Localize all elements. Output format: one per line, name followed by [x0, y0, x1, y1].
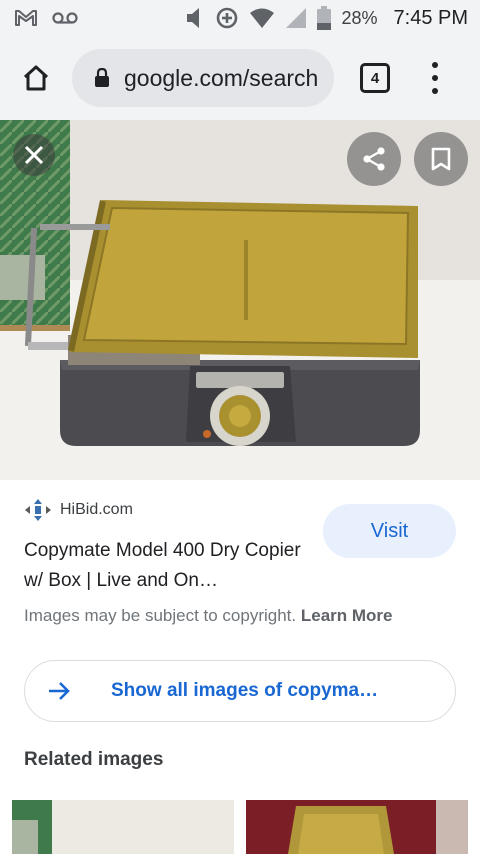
voicemail-icon: [52, 11, 78, 25]
gmail-icon: [14, 9, 38, 27]
source-row[interactable]: HiBid.com: [24, 498, 133, 522]
clock: 7:45 PM: [393, 6, 468, 29]
show-all-images-button[interactable]: Show all images of copyma…: [24, 660, 456, 722]
visit-button[interactable]: Visit: [323, 504, 456, 558]
image-viewer[interactable]: [0, 120, 480, 480]
source-name: HiBid.com: [60, 501, 133, 518]
save-button[interactable]: [414, 132, 468, 186]
wifi-icon: [249, 7, 275, 29]
battery-icon: [317, 6, 332, 30]
share-button[interactable]: [347, 132, 401, 186]
browser-toolbar: google.com/search 4: [0, 36, 480, 120]
result-title[interactable]: Copymate Model 400 Dry Copier w/ Box | L…: [24, 536, 324, 596]
home-icon: [23, 65, 49, 91]
show-all-label: Show all images of copyma…: [111, 680, 379, 701]
data-saver-icon: [215, 6, 239, 30]
learn-more-link[interactable]: Learn More: [301, 606, 393, 625]
tab-switcher-button[interactable]: 4: [360, 63, 390, 93]
related-image-1: [12, 800, 234, 854]
home-button[interactable]: [14, 56, 58, 100]
share-icon: [363, 147, 385, 171]
copier-photo: [0, 120, 480, 480]
more-vert-icon[interactable]: [430, 62, 440, 94]
related-image-thumbnail[interactable]: [246, 800, 468, 854]
related-images-heading: Related images: [24, 749, 164, 770]
close-button[interactable]: [13, 134, 55, 176]
copyright-notice: Images may be subject to copyright. Lear…: [24, 606, 393, 626]
status-bar: 28% 7:45 PM: [0, 0, 480, 36]
close-icon: [24, 145, 44, 165]
related-image-thumbnail[interactable]: [12, 800, 234, 854]
lock-icon: [95, 68, 109, 87]
arrow-right-icon: [49, 682, 70, 700]
copyright-text: Images may be subject to copyright.: [24, 606, 297, 625]
site-favicon: [25, 499, 51, 521]
bookmark-icon: [431, 147, 451, 171]
address-bar[interactable]: google.com/search: [72, 49, 334, 107]
url-text: google.com/search: [124, 64, 319, 91]
related-image-2: [246, 800, 468, 854]
battery-percentage: 28%: [341, 7, 378, 28]
signal-icon: [285, 7, 307, 29]
volume-icon: [185, 7, 205, 29]
